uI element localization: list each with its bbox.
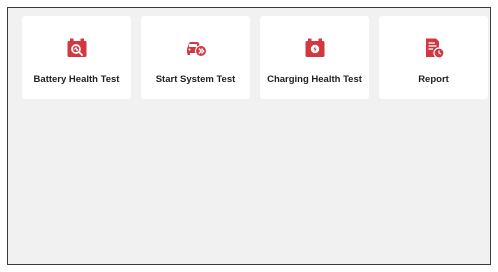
car-forward-icon: [184, 36, 208, 60]
main-panel: Battery Health Test Start System Test Ch…: [7, 7, 491, 265]
function-tiles: Battery Health Test Start System Test Ch…: [22, 16, 488, 99]
report-clock-icon: [422, 36, 446, 60]
battery-search-icon: [65, 36, 89, 60]
charging-health-test-tile[interactable]: Charging Health Test: [260, 16, 369, 99]
start-system-test-tile[interactable]: Start System Test: [141, 16, 250, 99]
tile-label: Battery Health Test: [33, 74, 120, 85]
tile-label: Charging Health Test: [267, 74, 362, 85]
tile-label: Report: [418, 74, 449, 85]
battery-health-test-tile[interactable]: Battery Health Test: [22, 16, 131, 99]
tile-label: Start System Test: [155, 74, 236, 85]
report-tile[interactable]: Report: [379, 16, 488, 99]
battery-charging-icon: [303, 36, 327, 60]
